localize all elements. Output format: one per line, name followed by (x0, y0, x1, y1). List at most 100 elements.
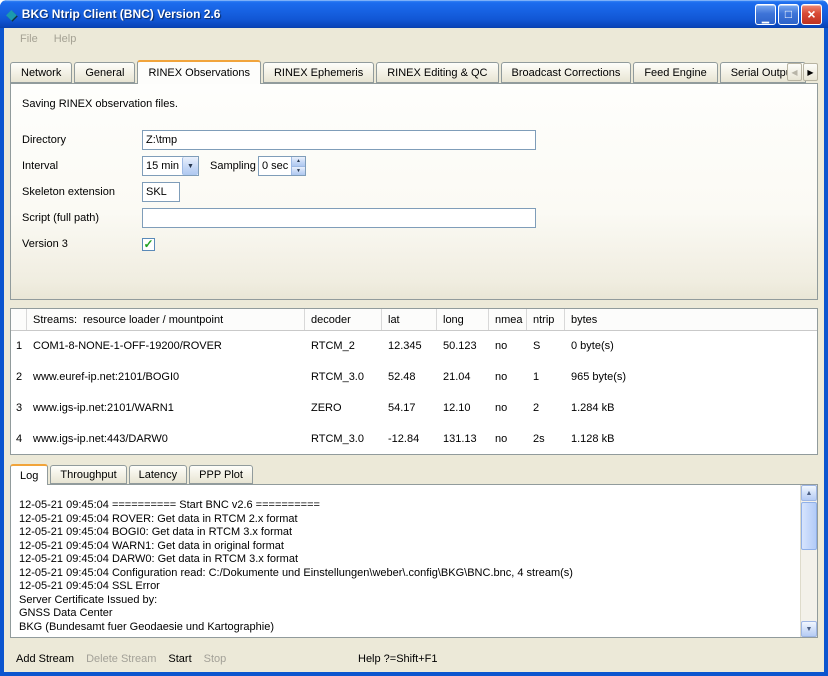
col-decoder[interactable]: decoder (305, 309, 382, 330)
cell-ntrip: 2s (527, 424, 565, 455)
tab-scroll-controls: ◀ ▶ (786, 63, 818, 81)
spin-up-icon[interactable]: ▲ (291, 157, 305, 166)
help-shortcut-label: Help ?=Shift+F1 (358, 653, 438, 665)
col-bytes[interactable]: bytes (565, 309, 817, 330)
log-line: 12-05-21 09:45:04 DARW0: Get data in RTC… (19, 553, 792, 567)
maximize-button[interactable]: □ (778, 4, 799, 25)
scroll-up-icon[interactable]: ▲ (801, 485, 817, 501)
directory-row: Directory (22, 130, 806, 150)
stream-row-1[interactable]: 1 COM1-8-NONE-1-OFF-19200/ROVER RTCM_2 1… (11, 331, 817, 362)
close-icon: × (807, 7, 815, 21)
scrollbar-thumb[interactable] (801, 502, 817, 550)
cell-bytes: 1.128 kB (565, 424, 817, 455)
directory-input[interactable] (142, 130, 536, 150)
log-line: BKG (Bundesamt fuer Geodaesie und Kartog… (19, 621, 792, 635)
window-title: BKG Ntrip Client (BNC) Version 2.6 (22, 7, 753, 21)
cell-mountpoint: www.igs-ip.net:443/DARW0 (27, 424, 305, 455)
application-window: ◆ BKG Ntrip Client (BNC) Version 2.6 ▁ □… (0, 0, 828, 676)
tab-feed-engine[interactable]: Feed Engine (633, 62, 717, 83)
interval-row: Interval 15 min ▼ Sampling 0 sec ▲ ▼ (22, 156, 806, 176)
cell-long: 131.13 (437, 424, 489, 455)
tab-rinex-ephemeris[interactable]: RINEX Ephemeris (263, 62, 374, 83)
bottom-tab-bar: Log Throughput Latency PPP Plot (10, 464, 818, 484)
menubar: File Help (4, 28, 824, 50)
col-long[interactable]: long (437, 309, 489, 330)
col-lat[interactable]: lat (382, 309, 437, 330)
menu-file[interactable]: File (12, 31, 46, 47)
start-button[interactable]: Start (168, 653, 191, 665)
cell-row-number: 2 (11, 362, 27, 393)
spinner-buttons: ▲ ▼ (291, 157, 305, 175)
cell-ntrip: 2 (527, 393, 565, 424)
streams-table-header: Streams: resource loader / mountpoint de… (11, 309, 817, 331)
stop-button[interactable]: Stop (204, 653, 227, 665)
cell-decoder: RTCM_3.0 (305, 362, 382, 393)
app-icon: ◆ (6, 7, 17, 21)
cell-bytes: 0 byte(s) (565, 331, 817, 362)
skeleton-extension-label: Skeleton extension (22, 186, 142, 198)
cell-long: 21.04 (437, 362, 489, 393)
tab-scroll-right-icon[interactable]: ▶ (803, 63, 818, 81)
cell-row-number: 4 (11, 424, 27, 455)
log-line: 12-05-21 09:45:04 WARN1: Get data in ori… (19, 540, 792, 554)
tab-log[interactable]: Log (10, 464, 48, 485)
log-line: 12-05-21 09:45:04 Configuration read: C:… (19, 567, 792, 581)
tab-broadcast-corrections[interactable]: Broadcast Corrections (501, 62, 632, 83)
tab-network[interactable]: Network (10, 62, 72, 83)
skeleton-row: Skeleton extension (22, 182, 806, 202)
tab-latency[interactable]: Latency (129, 465, 188, 484)
col-row-number (11, 309, 27, 330)
panel-description: Saving RINEX observation files. (22, 98, 178, 110)
version3-label: Version 3 (22, 238, 142, 250)
stream-row-4[interactable]: 4 www.igs-ip.net:443/DARW0 RTCM_3.0 -12.… (11, 424, 817, 455)
tab-throughput[interactable]: Throughput (50, 465, 126, 484)
col-nmea[interactable]: nmea (489, 309, 527, 330)
statusbar: Add Stream Delete Stream Start Stop Help… (4, 646, 824, 672)
client-area: File Help Network General RINEX Observat… (4, 28, 824, 672)
tab-rinex-observations[interactable]: RINEX Observations (137, 60, 260, 84)
tab-general[interactable]: General (74, 62, 135, 83)
dropdown-arrow-icon[interactable]: ▼ (182, 157, 198, 175)
tab-rinex-editing-qc[interactable]: RINEX Editing & QC (376, 62, 498, 83)
cell-lat: 54.17 (382, 393, 437, 424)
sampling-spinner[interactable]: 0 sec ▲ ▼ (258, 156, 306, 176)
col-ntrip[interactable]: ntrip (527, 309, 565, 330)
close-button[interactable]: × (801, 4, 822, 25)
scroll-down-icon[interactable]: ▼ (801, 621, 817, 637)
delete-stream-button[interactable]: Delete Stream (86, 653, 156, 665)
cell-mountpoint: COM1-8-NONE-1-OFF-19200/ROVER (27, 331, 305, 362)
log-scrollbar[interactable]: ▲ ▼ (800, 485, 817, 637)
cell-nmea: no (489, 362, 527, 393)
script-row: Script (full path) (22, 208, 806, 228)
add-stream-button[interactable]: Add Stream (16, 653, 74, 665)
minimize-button[interactable]: ▁ (755, 4, 776, 25)
sampling-value: 0 sec (259, 157, 291, 175)
cell-mountpoint: www.igs-ip.net:2101/WARN1 (27, 393, 305, 424)
log-line: 12-05-21 09:45:04 BOGI0: Get data in RTC… (19, 526, 792, 540)
cell-ntrip: S (527, 331, 565, 362)
skeleton-extension-input[interactable] (142, 182, 180, 202)
cell-decoder: RTCM_3.0 (305, 424, 382, 455)
cell-bytes: 965 byte(s) (565, 362, 817, 393)
tab-bar: Network General RINEX Observations RINEX… (10, 60, 818, 83)
cell-decoder: RTCM_2 (305, 331, 382, 362)
interval-dropdown[interactable]: 15 min ▼ (142, 156, 199, 176)
col-mountpoint[interactable]: Streams: resource loader / mountpoint (27, 309, 305, 330)
log-text: 12-05-21 09:45:04 ========== Start BNC v… (11, 485, 800, 637)
cell-nmea: no (489, 393, 527, 424)
stream-row-3[interactable]: 3 www.igs-ip.net:2101/WARN1 ZERO 54.17 1… (11, 393, 817, 424)
interval-label: Interval (22, 160, 142, 172)
script-path-input[interactable] (142, 208, 536, 228)
cell-lat: 52.48 (382, 362, 437, 393)
interval-value: 15 min (143, 160, 182, 172)
menu-help[interactable]: Help (46, 31, 85, 47)
streams-table: Streams: resource loader / mountpoint de… (10, 308, 818, 455)
spin-down-icon[interactable]: ▼ (291, 166, 305, 176)
version3-checkbox[interactable]: ✓ (142, 238, 155, 251)
stream-row-2[interactable]: 2 www.euref-ip.net:2101/BOGI0 RTCM_3.0 5… (11, 362, 817, 393)
cell-lat: -12.84 (382, 424, 437, 455)
titlebar[interactable]: ◆ BKG Ntrip Client (BNC) Version 2.6 ▁ □… (0, 0, 828, 28)
checkmark-icon: ✓ (143, 238, 153, 250)
tab-ppp-plot[interactable]: PPP Plot (189, 465, 253, 484)
tab-scroll-left-icon[interactable]: ◀ (787, 63, 802, 81)
